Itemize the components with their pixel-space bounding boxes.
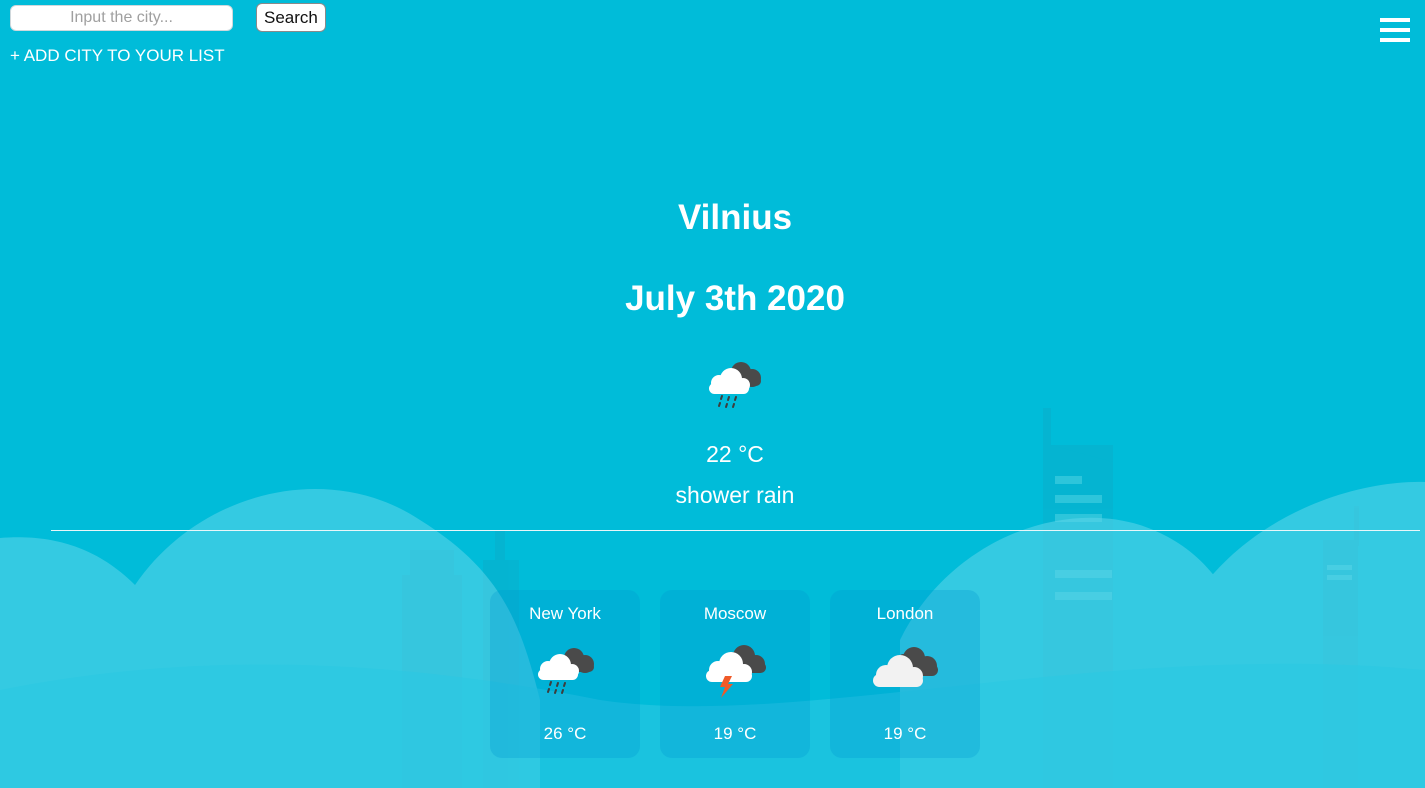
menu-icon[interactable] — [1380, 18, 1410, 43]
city-card-moscow[interactable]: Moscow 19 °C — [660, 590, 810, 758]
city-card-temperature: 26 °C — [543, 724, 587, 743]
city-card-temperature: 19 °C — [883, 724, 927, 743]
city-card-london[interactable]: London 19 °C — [830, 590, 980, 758]
current-date: July 3th 2020 — [625, 279, 845, 318]
weather-description: shower rain — [675, 482, 795, 508]
thunderstorm-icon — [706, 645, 766, 698]
add-city-link[interactable]: + ADD CITY TO YOUR LIST — [10, 46, 225, 66]
city-list: New York 26 °C Moscow 19 °C London 19 °C — [490, 590, 980, 758]
current-temperature: 22 °C — [706, 441, 764, 467]
shower-rain-icon — [538, 648, 594, 694]
city-card-temperature: 19 °C — [713, 724, 757, 743]
broken-clouds-icon — [873, 647, 938, 687]
city-name: Vilnius — [677, 198, 793, 237]
city-search-input[interactable] — [10, 4, 233, 31]
city-card-name: Moscow — [703, 604, 767, 623]
search-bar: Search — [10, 3, 326, 32]
city-card-new-york[interactable]: New York 26 °C — [490, 590, 640, 758]
city-card-name: London — [876, 604, 934, 623]
divider — [51, 530, 1420, 531]
city-card-name: New York — [529, 604, 601, 623]
search-button[interactable]: Search — [256, 3, 326, 32]
shower-rain-icon — [709, 362, 761, 408]
